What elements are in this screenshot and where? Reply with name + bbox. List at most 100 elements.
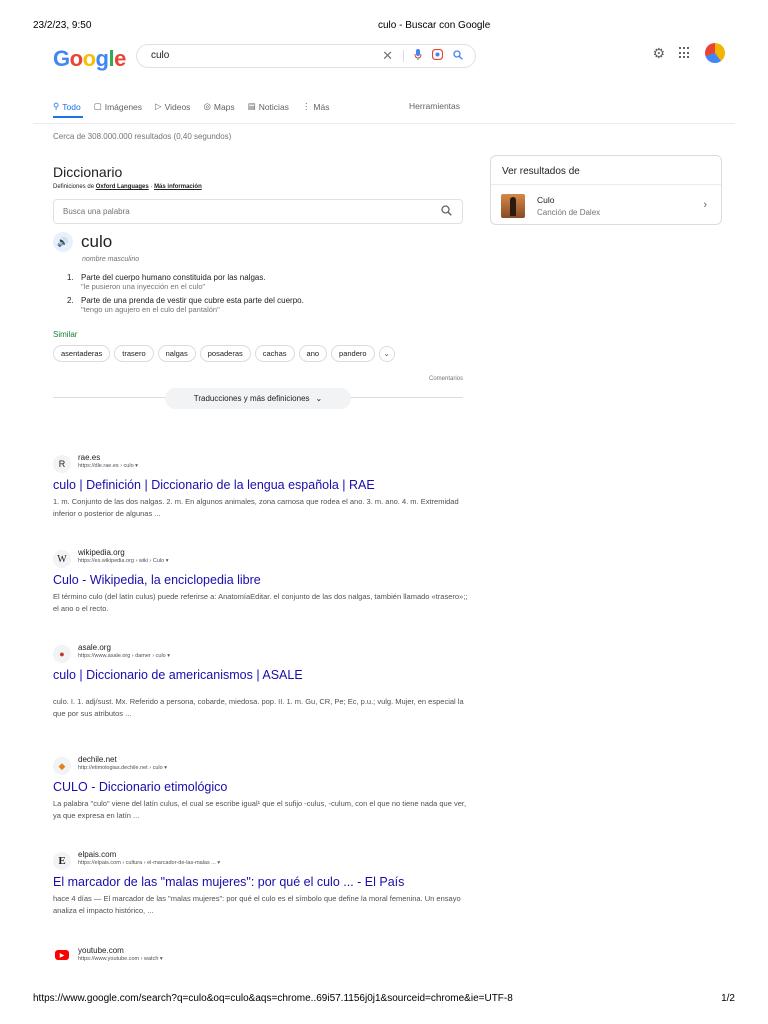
search-icon: ⚲ [53, 101, 60, 111]
result-stats: Cerca de 308.000.000 resultados (0,40 se… [53, 132, 232, 141]
print-page-number: 1/2 [721, 993, 735, 1004]
result-url[interactable]: https://www.youtube.com › watch ▾ [78, 956, 163, 962]
print-title: culo - Buscar con Google [378, 20, 491, 31]
tab-mas[interactable]: ⋮ Más [302, 101, 330, 112]
gear-icon[interactable]: ⚙ [652, 45, 665, 62]
result-site: youtube.com [78, 946, 124, 955]
comments-link[interactable]: Comentarios [53, 376, 463, 382]
definition-list: 1. Parte del cuerpo humano constituida p… [67, 273, 463, 314]
search-result: Eelpais.com https://elpais.com › cultura … [53, 850, 473, 916]
result-site: wikipedia.org [78, 548, 125, 557]
definition-item: 1. Parte del cuerpo humano constituida p… [67, 273, 266, 291]
result-url[interactable]: https://dle.rae.es › culo ▾ [78, 463, 138, 469]
dictionary-title: Diccionario [53, 164, 123, 180]
wikipedia-favicon-icon: W [53, 550, 71, 568]
clear-icon[interactable]: ✕ [382, 48, 393, 64]
result-site: rae.es [78, 453, 101, 462]
dictionary-card: Diccionario Definiciones de Oxford Langu… [53, 164, 463, 409]
image-icon: ▢ [93, 101, 102, 111]
oxford-link[interactable]: Oxford Languages [96, 184, 149, 190]
mic-icon[interactable] [414, 49, 422, 63]
google-logo[interactable]: Google [53, 46, 126, 72]
result-title[interactable]: CULO - Diccionario etimológico [53, 780, 473, 794]
search-result: ▶ youtube.com https://www.youtube.com › wa… [53, 946, 473, 962]
print-date: 23/2/23, 9:50 [33, 20, 92, 31]
result-snippet: La palabra "culo" viene del latín culus,… [53, 799, 467, 820]
dictionary-source: Definiciones de Oxford Languages · Más i… [53, 184, 202, 190]
panel-item-subtitle: Canción de Dalex [537, 208, 601, 217]
song-thumbnail[interactable] [501, 194, 525, 218]
result-snippet: 1. m. Conjunto de las dos nalgas. 2. m. … [53, 497, 459, 518]
result-url[interactable]: http://etimologias.dechile.net › culo ▾ [78, 765, 167, 771]
header-divider [33, 123, 735, 124]
similar-chip[interactable]: ano [298, 345, 328, 362]
dictionary-word: culo [81, 232, 113, 251]
similar-chip[interactable]: pandero [331, 345, 375, 362]
similar-label: Similar [53, 330, 78, 339]
print-header: 23/2/23, 9:50 culo - Buscar con Google [33, 20, 735, 34]
translations-button[interactable]: Traducciones y más definiciones ⌄ [165, 388, 351, 409]
result-title[interactable]: El marcador de las "malas mujeres": por … [53, 875, 473, 889]
active-tab-indicator [53, 116, 83, 118]
more-icon: ⋮ [301, 101, 311, 111]
result-site: asale.org [78, 643, 111, 652]
result-url[interactable]: https://www.asale.org › damer › culo ▾ [78, 653, 170, 659]
search-page: Google culo ✕ ⚙ ⚲ Todo ▢ Imágenes ▷ Videos … [33, 38, 735, 974]
result-title[interactable]: Culo - Wikipedia, la enciclopedia libre [53, 573, 473, 587]
result-site: dechile.net [78, 755, 117, 764]
news-icon: ▤ [247, 101, 256, 111]
definition-item: 2. Parte de una prenda de vestir que cub… [67, 296, 304, 314]
similar-chip[interactable]: cachas [254, 345, 295, 362]
rae-favicon-icon: R [53, 455, 71, 473]
result-snippet: hace 4 días — El marcador de las "malas … [53, 894, 461, 915]
search-input[interactable]: culo ✕ [136, 44, 476, 68]
part-of-speech: nombre masculino [82, 256, 140, 263]
print-url: https://www.google.com/search?q=culo&oq=… [33, 993, 513, 1004]
avatar[interactable] [705, 43, 725, 63]
chevron-down-icon[interactable]: ⌄ [378, 345, 395, 362]
see-results-panel: Ver resultados de Culo Canción de Dalex … [490, 155, 722, 225]
search-tabs: ⚲ Todo ▢ Imágenes ▷ Videos ◎ Maps ▤ Noticias … [53, 101, 463, 112]
result-title[interactable]: culo | Diccionario de americanismos | AS… [53, 668, 473, 682]
apps-icon[interactable] [679, 47, 691, 59]
tab-maps[interactable]: ◎ Maps [203, 101, 234, 112]
search-icon[interactable] [441, 205, 452, 219]
chevron-down-icon: ⌄ [315, 394, 323, 403]
search-result: Wwikipedia.org https://es.wikipedia.org ›… [53, 548, 473, 614]
elpais-favicon-icon: E [53, 852, 71, 870]
panel-item-name[interactable]: Culo [537, 195, 554, 205]
chevron-right-icon[interactable]: › [703, 199, 707, 211]
video-icon: ▷ [155, 101, 162, 111]
result-snippet: El término culo (del latín culus) puede … [53, 592, 468, 613]
more-info-link[interactable]: Más información [154, 184, 202, 190]
tools-button[interactable]: Herramientas [409, 101, 460, 111]
result-site: elpais.com [78, 850, 117, 859]
youtube-favicon-icon: ▶ [55, 950, 69, 960]
tab-videos[interactable]: ▷ Videos [155, 101, 190, 112]
search-result: ● asale.org https://www.asale.org › damer … [53, 643, 473, 719]
tab-todo[interactable]: ⚲ Todo [53, 101, 81, 112]
result-snippet: culo. I. 1. adj/sust. Mx. Referido a per… [53, 697, 464, 718]
tab-noticias[interactable]: ▤ Noticias [248, 101, 289, 112]
search-icon[interactable] [453, 49, 463, 63]
result-url[interactable]: https://es.wikipedia.org › wiki › Culo ▾ [78, 558, 169, 564]
similar-chip[interactable]: nalgas [157, 345, 196, 362]
tab-imagenes[interactable]: ▢ Imágenes [94, 101, 142, 112]
search-result: ◆ dechile.net http://etimologias.dechile.n… [53, 755, 473, 821]
similar-chip[interactable]: posaderas [199, 345, 251, 362]
divider [491, 184, 721, 185]
similar-chip[interactable]: asentaderas [53, 345, 111, 362]
lens-icon[interactable] [431, 48, 444, 63]
dechile-favicon-icon: ◆ [53, 757, 71, 775]
word-search-input[interactable]: Busca una palabra [53, 199, 463, 224]
result-url[interactable]: https://elpais.com › cultura › el-marcad… [78, 860, 220, 866]
panel-title: Ver resultados de [502, 166, 580, 177]
similar-chip[interactable]: trasero [114, 345, 154, 362]
search-result: Rrae.es https://dle.rae.es › culo ▾ culo … [53, 453, 473, 519]
speaker-icon[interactable]: 🔊 [53, 232, 73, 252]
search-query[interactable]: culo [151, 50, 169, 61]
asale-favicon-icon: ● [53, 645, 71, 663]
search-divider [403, 50, 404, 62]
similar-chips: asentaderas trasero nalgas posaderas cac… [53, 345, 463, 362]
result-title[interactable]: culo | Definición | Diccionario de la le… [53, 478, 473, 492]
